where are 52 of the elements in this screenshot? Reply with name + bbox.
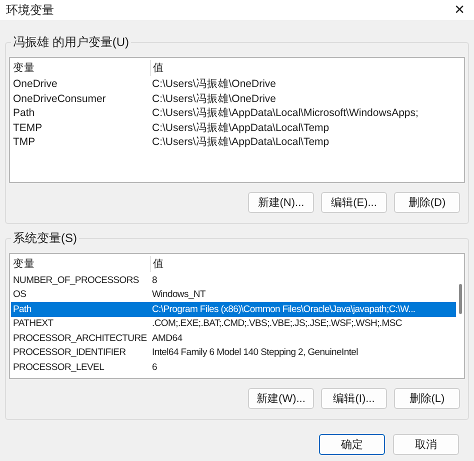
variable-name: TEMP xyxy=(12,122,44,134)
variable-row[interactable]: TMP C:\Users\冯振雄\AppData\Local\Temp xyxy=(11,135,463,150)
variable-name: PATHEXT xyxy=(12,318,54,330)
variable-value: .COM;.EXE;.BAT;.CMD;.VBS;.VBE;.JS;.JSE;.WSF;.WSH;.MSC xyxy=(151,318,403,330)
window-title: 环境变量 xyxy=(6,2,54,18)
dialog-button[interactable]: 删除(L) xyxy=(394,388,460,409)
dialog-button[interactable]: 新建(N)... xyxy=(248,192,314,213)
variable-name: NUMBER_OF_PROCESSORS xyxy=(12,274,140,286)
variable-value: Intel64 Family 6 Model 140 Stepping 2, GenuineIntel xyxy=(151,347,359,358)
variable-value: Windows_NT xyxy=(151,289,207,300)
variable-value: C:\Users\冯振雄\OneDrive xyxy=(151,77,278,92)
column-header[interactable]: 值 xyxy=(151,257,456,271)
variable-row[interactable]: NUMBER_OF_PROCESSORS 8 xyxy=(11,273,456,288)
variable-row[interactable]: Path C:\Users\冯振雄\AppData\Local\Microsoft\WindowsApps; xyxy=(11,106,463,120)
variable-value: C:\Users\冯振雄\AppData\Local\Temp xyxy=(151,120,330,135)
variable-row[interactable]: OneDriveConsumer C:\Users\冯振雄\OneDrive xyxy=(11,92,463,106)
variable-row[interactable]: TEMP C:\Users\冯振雄\AppData\Local\Temp xyxy=(11,120,463,135)
variable-name: PROCESSOR_IDENTIFIER xyxy=(12,347,127,358)
dialog-button[interactable]: 删除(D) xyxy=(394,192,460,213)
column-header[interactable]: 变量 xyxy=(11,256,151,272)
dialog-button[interactable]: 编辑(I)... xyxy=(321,388,387,409)
variable-row[interactable]: PROCESSOR_LEVEL 6 xyxy=(11,360,456,374)
close-button[interactable]: ✕ xyxy=(454,2,465,18)
variable-name: PROCESSOR_ARCHITECTURE xyxy=(12,332,148,344)
variable-value: C:\Users\冯振雄\OneDrive xyxy=(151,92,278,106)
dialog-button[interactable]: 新建(W)... xyxy=(248,388,314,409)
variable-row[interactable]: PROCESSOR_ARCHITECTURE AMD64 xyxy=(11,331,456,346)
variable-name: TMP xyxy=(12,136,36,148)
variable-name: PROCESSOR_LEVEL xyxy=(12,362,106,373)
group-label: 冯振雄 的用户变量(U) xyxy=(11,35,131,49)
variable-value: C:\Users\冯振雄\AppData\Local\Temp xyxy=(151,135,330,150)
variable-name: OneDriveConsumer xyxy=(12,92,107,105)
variable-name: OneDrive xyxy=(12,78,58,90)
variable-value: AMD64 xyxy=(151,332,184,344)
group-label: 系统变量(S) xyxy=(11,231,79,245)
variable-value: 6 xyxy=(151,362,158,373)
variable-row[interactable]: OneDrive C:\Users\冯振雄\OneDrive xyxy=(11,77,463,92)
variable-row[interactable]: Path C:\Program Files (x86)\Common Files\Oracle\Java\javapath;C:\W... xyxy=(11,302,456,316)
cancel-button[interactable]: 取消 xyxy=(393,434,459,455)
column-header[interactable]: 变量 xyxy=(11,60,151,76)
variable-row[interactable]: PATHEXT .COM;.EXE;.BAT;.CMD;.VBS;.VBE;.JS;.JSE;.WSF;.WSH;.MSC xyxy=(11,316,456,331)
variable-name: OS xyxy=(12,289,28,300)
ok-button[interactable]: 确定 xyxy=(319,434,385,455)
dialog-button[interactable]: 编辑(E)... xyxy=(321,192,387,213)
variable-value: C:\Program Files (x86)\Common Files\Oracle\Java\javapath;C:\W... xyxy=(151,304,416,315)
column-header[interactable]: 值 xyxy=(151,61,463,75)
variable-name: Path xyxy=(12,304,32,315)
variable-name: Path xyxy=(12,107,36,120)
variable-row[interactable]: PROCESSOR_IDENTIFIER Intel64 Family 6 Model 140 Stepping 2, GenuineIntel xyxy=(11,346,456,360)
variable-value: C:\Users\冯振雄\AppData\Local\Microsoft\WindowsApps; xyxy=(151,106,420,120)
variable-row[interactable]: OS Windows_NT xyxy=(11,288,456,302)
variable-value: 8 xyxy=(151,274,158,286)
